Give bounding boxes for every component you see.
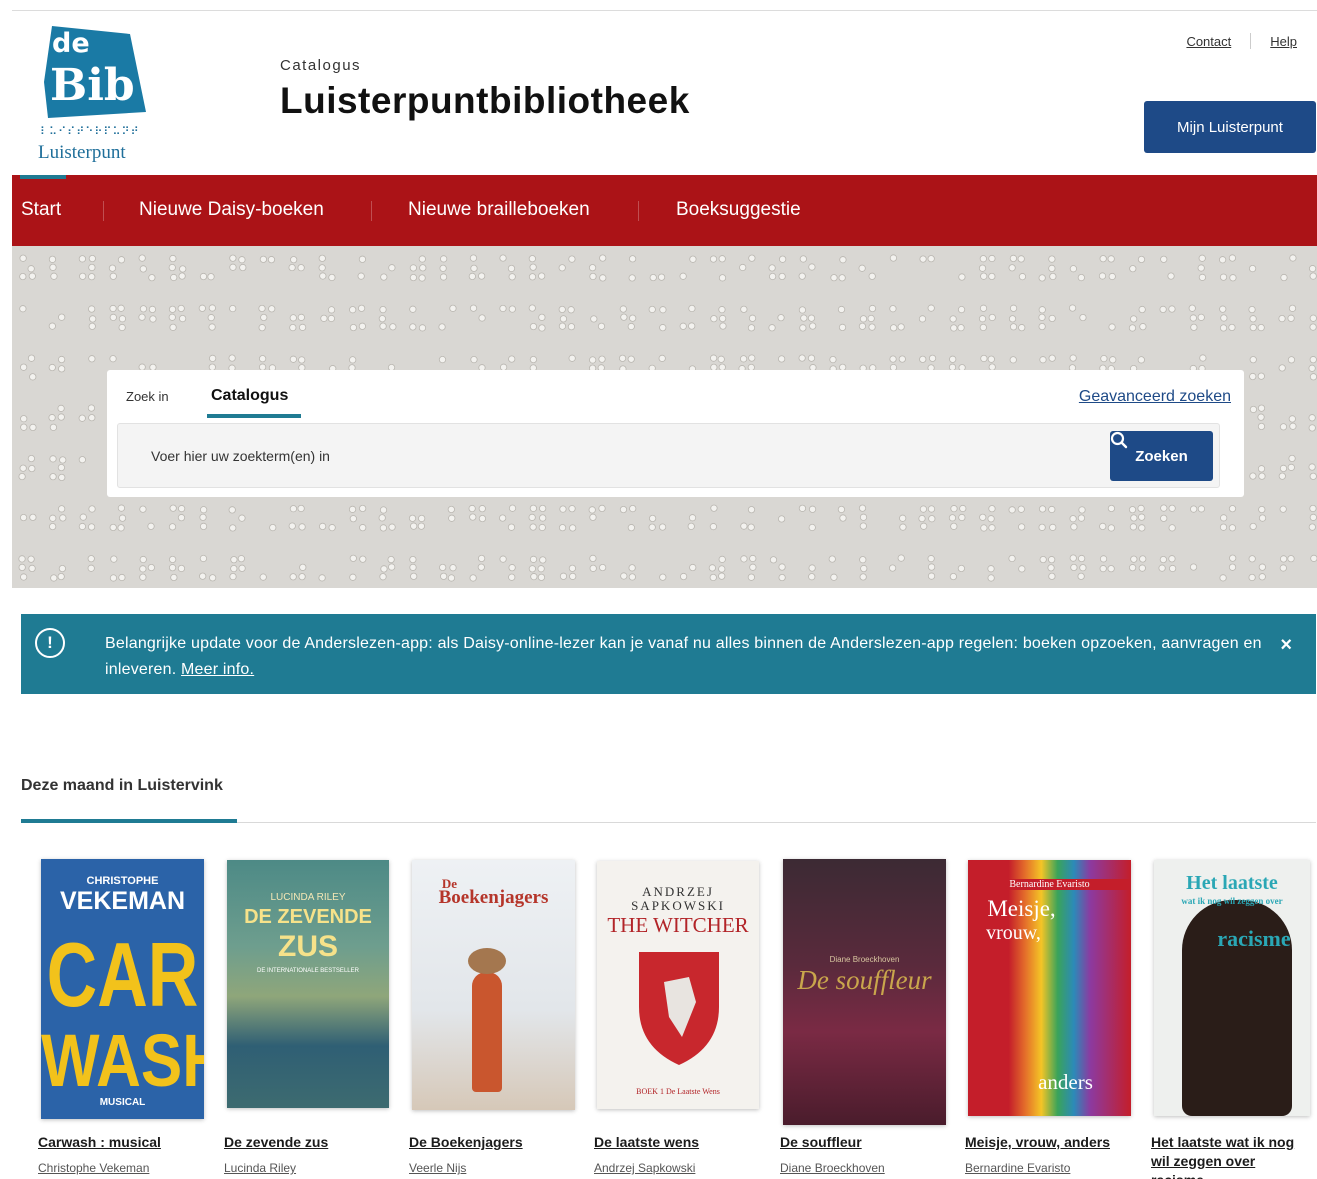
utility-links: Contact Help	[1186, 33, 1297, 49]
nav-divider	[371, 201, 372, 221]
cover-text: VEKEMAN	[59, 887, 185, 915]
cover-text: Meisje,	[987, 896, 1056, 921]
nav-active-indicator	[20, 175, 66, 179]
cover-text: DE ZEVENDE	[244, 906, 372, 928]
cover-text: Bernardine Evaristo	[968, 879, 1131, 890]
cover-text: SAPKOWSKI	[631, 898, 725, 913]
nav-item-nieuwe-daisy-boeken[interactable]: Nieuwe Daisy-boeken	[139, 199, 324, 221]
book-title[interactable]: Het laatste wat ik nog wil zeggen over r…	[1151, 1133, 1311, 1179]
page-title: Luisterpuntbibliotheek	[280, 80, 690, 121]
nav-item-boeksuggestie[interactable]: Boeksuggestie	[676, 199, 801, 221]
top-divider	[12, 10, 1317, 11]
main-navigation: Start Nieuwe Daisy-boeken Nieuwe braille…	[12, 175, 1317, 246]
cover-text: racisme	[1217, 926, 1291, 951]
search-field-wrapper: Zoeken	[117, 423, 1220, 488]
debib-logo-mark: de Bib	[44, 26, 146, 118]
search-button[interactable]: Zoeken	[1110, 431, 1213, 481]
info-alert-banner: ! Belangrijke update voor de Anderslezen…	[21, 614, 1316, 694]
book-cover[interactable]: Het laatste wat ik nog wil zeggen over r…	[1154, 860, 1310, 1116]
logo-mark-bottom: Bib	[50, 60, 135, 111]
search-button-label: Zoeken	[1135, 447, 1188, 465]
nav-item-start[interactable]: Start	[21, 199, 61, 221]
logo-braille: ⠇⠥⠊⠎⠞⠑⠗⠏⠥⠝⠞	[40, 125, 140, 138]
book-author[interactable]: Christophe Vekeman	[38, 1161, 149, 1175]
help-link[interactable]: Help	[1270, 34, 1297, 49]
search-panel: Zoek in Catalogus Geavanceerd zoeken Zoe…	[107, 370, 1244, 497]
book-cover[interactable]: Diane Broeckhoven De souffleur	[783, 859, 946, 1125]
book-author[interactable]: Lucinda Riley	[224, 1161, 296, 1175]
book-cover[interactable]: CHRISTOPHE VEKEMAN CAR WASH MUSICAL	[41, 859, 204, 1119]
cover-text: BOEK 1 De Laatste Wens	[636, 1087, 720, 1096]
nav-divider	[638, 201, 639, 221]
cover-text: wat ik nog wil zeggen over	[1181, 896, 1283, 906]
cover-text: CAR	[46, 924, 199, 1026]
cover-text: Boekenjagers	[438, 887, 549, 908]
cover-text: CHRISTOPHE	[86, 875, 159, 887]
exclamation-icon: !	[35, 628, 65, 658]
book-author[interactable]: Diane Broeckhoven	[780, 1161, 885, 1175]
close-icon[interactable]: ×	[1280, 634, 1292, 657]
book-title[interactable]: De laatste wens	[594, 1133, 769, 1152]
section-active-indicator	[21, 819, 237, 823]
cover-figure	[472, 972, 502, 1092]
book-title[interactable]: Carwash : musical	[38, 1133, 213, 1152]
active-tab-indicator	[207, 414, 301, 418]
book-cover[interactable]: De Boekenjagers	[412, 860, 575, 1110]
shield-icon	[639, 952, 719, 1065]
book-author[interactable]: Veerle Nijs	[409, 1161, 466, 1175]
alert-more-info-link[interactable]: Meer info.	[181, 661, 254, 678]
cover-text: anders	[1038, 1070, 1093, 1094]
tab-catalogus[interactable]: Catalogus	[211, 387, 288, 405]
utility-divider	[1250, 33, 1252, 49]
search-icon	[1110, 431, 1128, 449]
cover-text: Het laatste	[1186, 872, 1278, 894]
debib-luisterpunt-logo[interactable]: de Bib ⠇⠥⠊⠎⠞⠑⠗⠏⠥⠝⠞ Luisterpunt	[38, 22, 154, 168]
book-title[interactable]: Meisje, vrouw, anders	[965, 1133, 1140, 1152]
cover-text: ZUS	[278, 930, 338, 963]
alert-text: Belangrijke update voor de Anderslezen-a…	[105, 635, 1262, 678]
book-title[interactable]: De zevende zus	[224, 1133, 399, 1152]
cover-text: De souffleur	[797, 965, 932, 995]
book-title[interactable]: De souffleur	[780, 1133, 955, 1152]
cover-text: WASH	[41, 1020, 204, 1103]
search-scope-label: Zoek in	[126, 389, 169, 404]
mijn-luisterpunt-button[interactable]: Mijn Luisterpunt	[1144, 101, 1316, 153]
alert-message: Belangrijke update voor de Anderslezen-a…	[105, 631, 1265, 683]
book-title[interactable]: De Boekenjagers	[409, 1133, 584, 1152]
cover-figure-hat	[468, 948, 506, 974]
contact-link[interactable]: Contact	[1186, 34, 1231, 49]
book-author[interactable]: Bernardine Evaristo	[965, 1161, 1070, 1175]
cover-text: THE WITCHER	[607, 913, 749, 937]
book-author[interactable]: Andrzej Sapkowski	[594, 1161, 695, 1175]
cover-text: vrouw,	[986, 922, 1041, 944]
book-cover[interactable]: ANDRZEJ SAPKOWSKI THE WITCHER BOEK 1 De …	[597, 861, 759, 1109]
cover-text: DE INTERNATIONALE BESTSELLER	[257, 968, 359, 974]
cover-text: LUCINDA RILEY	[270, 892, 346, 903]
cover-text: Diane Broeckhoven	[829, 955, 900, 964]
nav-divider	[103, 201, 104, 221]
book-cover[interactable]: LUCINDA RILEY DE ZEVENDE ZUS DE INTERNAT…	[227, 860, 389, 1108]
nav-item-nieuwe-brailleboeken[interactable]: Nieuwe brailleboeken	[408, 199, 590, 221]
logo-name: Luisterpunt	[38, 142, 126, 163]
search-input[interactable]	[118, 424, 1108, 487]
logo-mark-top: de	[52, 28, 90, 59]
advanced-search-link[interactable]: Geavanceerd zoeken	[1079, 388, 1231, 406]
cover-text: MUSICAL	[99, 1097, 146, 1108]
hero-braille-banner: Zoek in Catalogus Geavanceerd zoeken Zoe…	[12, 246, 1317, 588]
section-title: Deze maand in Luistervink	[21, 777, 223, 794]
book-cover[interactable]: Bernardine Evaristo Meisje, vrouw, ander…	[968, 860, 1131, 1116]
header-subtitle: Catalogus	[280, 57, 362, 74]
